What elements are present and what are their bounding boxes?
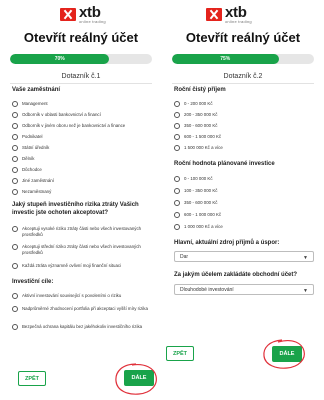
radio-option[interactable]: 350 - 600 000 Kč — [174, 122, 318, 129]
section-title: Dotazník č.1 — [61, 73, 101, 80]
question-goals: Investiční cíle: — [12, 279, 54, 285]
radio-option[interactable]: Podnikatel — [12, 133, 156, 140]
radio-option[interactable]: 0 - 100 000 Kč — [174, 175, 318, 182]
radio-option[interactable]: Akceptuji vysoké riziko ztráty části neb… — [12, 225, 156, 238]
radio-icon[interactable] — [12, 122, 18, 129]
radio-option[interactable]: 1 000 000 Kč a více — [174, 223, 318, 230]
radio-option[interactable]: Aktivní investování související s povole… — [12, 292, 156, 299]
radio-icon[interactable] — [174, 223, 180, 230]
radio-option[interactable]: Dělník — [12, 155, 156, 162]
radio-option[interactable]: Důchodce — [12, 166, 156, 173]
radio-icon[interactable] — [174, 187, 180, 194]
radio-option[interactable]: Management — [12, 100, 156, 107]
xtb-logo-icon — [60, 7, 76, 21]
radio-option[interactable]: 200 - 350 000 Kč — [174, 111, 318, 118]
brand-tagline: online trading — [79, 18, 106, 24]
xtb-logo: xtb online trading — [206, 3, 252, 24]
page-title: Otevřít reálný účet — [23, 30, 139, 45]
progress-label: 75% — [220, 56, 231, 62]
questionnaire-2-panel: xtb online trading Otevřít reálný účet 7… — [162, 0, 324, 400]
progress-fill: 70% — [10, 54, 110, 64]
radio-icon[interactable] — [12, 100, 18, 107]
question-annual-income: Roční čistý příjem — [174, 87, 226, 93]
progress-bar: 75% — [172, 54, 314, 64]
radio-option[interactable]: 0 - 200 000 Kč — [174, 100, 318, 107]
questionnaire-1-panel: xtb online trading Otevřít reálný účet 7… — [0, 0, 162, 400]
radio-icon[interactable] — [174, 199, 180, 206]
radio-icon[interactable] — [174, 133, 180, 140]
question-planned-investment: Roční hodnota plánované investice — [174, 161, 275, 167]
xtb-logo-icon — [206, 7, 222, 21]
radio-icon[interactable] — [12, 243, 18, 250]
radio-icon[interactable] — [12, 133, 18, 140]
brand-tagline: online trading — [225, 18, 252, 24]
radio-option[interactable]: Odborník v oblasti bankovnictví a financ… — [12, 111, 156, 118]
question-employment: Vaše zaměstnání — [12, 87, 61, 93]
radio-option[interactable]: Odborník v jiném oboru než je bankovnict… — [12, 122, 156, 129]
chevron-down-icon: ▼ — [303, 288, 308, 294]
radio-icon[interactable] — [174, 122, 180, 129]
account-purpose-select[interactable]: Dlouhodobé investování ▼ — [174, 284, 314, 295]
radio-icon[interactable] — [12, 177, 18, 184]
brand-name: xtb — [79, 3, 101, 21]
radio-option[interactable]: 600 - 1 500 000 Kč — [174, 133, 318, 140]
section-divider — [172, 83, 314, 84]
next-button[interactable]: DÁLE — [124, 370, 154, 386]
radio-icon[interactable] — [12, 225, 18, 232]
radio-option[interactable]: Každá ztráta významně ovlivní moji finan… — [12, 262, 156, 269]
radio-option[interactable]: 600 - 1 000 000 Kč — [174, 211, 318, 218]
progress-bar: 70% — [10, 54, 152, 64]
radio-option[interactable]: Bezpečná ochrana kapitálu bez jakéhokoli… — [12, 323, 156, 330]
progress-fill: 75% — [172, 54, 279, 64]
radio-option[interactable]: 350 - 600 000 Kč — [174, 199, 318, 206]
radio-icon[interactable] — [12, 155, 18, 162]
account-purpose-value: Dlouhodobé investování — [180, 286, 234, 293]
radio-option[interactable]: Nadprůměrné zhodnocení portfolia při akc… — [12, 305, 156, 312]
question-income-source: Hlavní, aktuální zdroj příjmů a úspor: — [174, 240, 280, 246]
radio-icon[interactable] — [12, 188, 18, 195]
section-title: Dotazník č.2 — [223, 73, 263, 80]
radio-icon[interactable] — [174, 100, 180, 107]
question-risk: Jaký stupeň investičního rizika ztráty V… — [12, 202, 139, 216]
brand-name: xtb — [225, 3, 247, 21]
radio-icon[interactable] — [174, 144, 180, 151]
radio-option[interactable]: Nezaměstnaný — [12, 188, 156, 195]
radio-icon[interactable] — [12, 292, 18, 299]
chevron-down-icon: ▼ — [303, 255, 308, 261]
radio-icon[interactable] — [12, 323, 18, 330]
radio-icon[interactable] — [12, 111, 18, 118]
progress-label: 70% — [54, 56, 65, 62]
income-source-value: Dar — [180, 253, 189, 260]
section-divider — [10, 83, 152, 84]
question-account-purpose: Za jakým účelem zakládáte obchodní účet? — [174, 272, 298, 278]
radio-icon[interactable] — [12, 262, 18, 269]
radio-icon[interactable] — [12, 166, 18, 173]
radio-icon[interactable] — [174, 175, 180, 182]
back-button[interactable]: ZPĚT — [18, 371, 46, 386]
radio-option[interactable]: Jiné zaměstnání — [12, 177, 156, 184]
income-source-select[interactable]: Dar ▼ — [174, 251, 314, 262]
radio-icon[interactable] — [12, 144, 18, 151]
radio-icon[interactable] — [12, 305, 18, 312]
back-button[interactable]: ZPĚT — [166, 346, 194, 361]
page-title: Otevřít reálný účet — [185, 30, 301, 45]
next-button[interactable]: DÁLE — [272, 346, 302, 362]
radio-icon[interactable] — [174, 211, 180, 218]
radio-option[interactable]: Akceptuji střední riziko ztráty části ne… — [12, 243, 156, 256]
radio-option[interactable]: Státní úředník — [12, 144, 156, 151]
radio-option[interactable]: 100 - 350 000 Kč — [174, 187, 318, 194]
xtb-logo: xtb online trading — [60, 3, 106, 24]
radio-option[interactable]: 1 500 000 Kč a více — [174, 144, 318, 151]
radio-icon[interactable] — [174, 111, 180, 118]
